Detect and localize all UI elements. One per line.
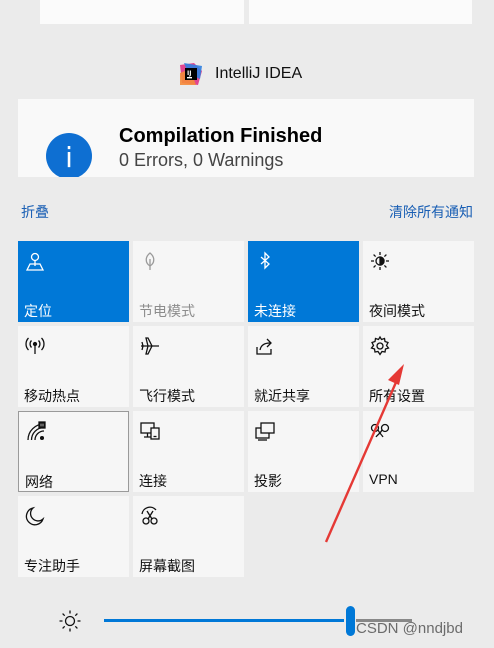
watermark: CSDN @nndjbd — [356, 620, 463, 637]
brightness-slider-thumb[interactable] — [346, 606, 355, 636]
airplane-icon — [139, 335, 161, 357]
app-name: IntelliJ IDEA — [215, 65, 303, 82]
vpn-icon — [369, 420, 391, 442]
nearby-share-icon — [254, 335, 276, 357]
action-center: IJ IntelliJ IDEA i Compilation Finished … — [0, 0, 494, 648]
tile-label: 定位 — [24, 303, 52, 319]
tile-label: 就近共享 — [254, 388, 310, 404]
network-tile[interactable]: 网络 — [18, 411, 129, 492]
collapse-button[interactable]: 折叠 — [21, 202, 49, 222]
night-light-tile[interactable]: 夜间模式 — [363, 241, 474, 322]
bluetooth-icon — [254, 250, 276, 272]
tile-label: 夜间模式 — [369, 303, 425, 319]
notification-title: Compilation Finished — [119, 125, 323, 147]
night-light-icon — [369, 250, 391, 272]
tile-label: 投影 — [254, 473, 282, 489]
all-settings-tile[interactable]: 所有设置 — [363, 326, 474, 407]
previous-notification-card[interactable] — [249, 0, 472, 24]
location-icon — [24, 250, 46, 272]
mobile-hotspot-icon — [24, 335, 46, 357]
clear-all-notifications-button[interactable]: 清除所有通知 — [389, 202, 473, 222]
svg-text:IJ: IJ — [187, 70, 191, 77]
connect-tile[interactable]: 连接 — [133, 411, 244, 492]
quick-actions-grid: 定位 节电模式 未连接 夜间模式 移动热点 飞行模式 就近共享 所有设置 网络 … — [18, 241, 478, 581]
info-icon: i — [46, 133, 92, 177]
info-icon-letter: i — [65, 141, 73, 174]
tile-label: 网络 — [25, 474, 53, 490]
brightness-icon — [58, 609, 82, 633]
screen-snip-tile[interactable]: 屏幕截图 — [133, 496, 244, 577]
tile-label: 节电模式 — [139, 303, 195, 319]
nearby-share-tile[interactable]: 就近共享 — [248, 326, 359, 407]
intellij-idea-icon: IJ — [180, 63, 202, 85]
brightness-slider-fill — [104, 619, 344, 622]
network-icon — [25, 421, 47, 443]
bluetooth-tile[interactable]: 未连接 — [248, 241, 359, 322]
battery-saver-tile[interactable]: 节电模式 — [133, 241, 244, 322]
battery-saver-icon — [139, 250, 161, 272]
previous-notification-card[interactable] — [40, 0, 244, 24]
project-icon — [254, 420, 276, 442]
notification-app-header: IJ IntelliJ IDEA — [180, 60, 302, 88]
focus-assist-icon — [24, 505, 46, 527]
notification-body: 0 Errors, 0 Warnings — [119, 150, 284, 170]
tile-label: 连接 — [139, 473, 167, 489]
project-tile[interactable]: 投影 — [248, 411, 359, 492]
gear-icon — [369, 335, 391, 357]
tile-label: VPN — [369, 471, 398, 487]
airplane-mode-tile[interactable]: 飞行模式 — [133, 326, 244, 407]
notification-card[interactable]: i Compilation Finished 0 Errors, 0 Warni… — [18, 99, 474, 177]
location-tile[interactable]: 定位 — [18, 241, 129, 322]
mobile-hotspot-tile[interactable]: 移动热点 — [18, 326, 129, 407]
tile-label: 屏幕截图 — [139, 558, 195, 574]
screen-snip-icon — [139, 505, 161, 527]
tile-label: 未连接 — [254, 303, 296, 319]
tile-label: 飞行模式 — [139, 388, 195, 404]
connect-icon — [139, 420, 161, 442]
tile-label: 所有设置 — [369, 388, 425, 404]
focus-assist-tile[interactable]: 专注助手 — [18, 496, 129, 577]
vpn-tile[interactable]: VPN — [363, 411, 474, 492]
tile-label: 移动热点 — [24, 388, 80, 404]
tile-label: 专注助手 — [24, 558, 80, 574]
